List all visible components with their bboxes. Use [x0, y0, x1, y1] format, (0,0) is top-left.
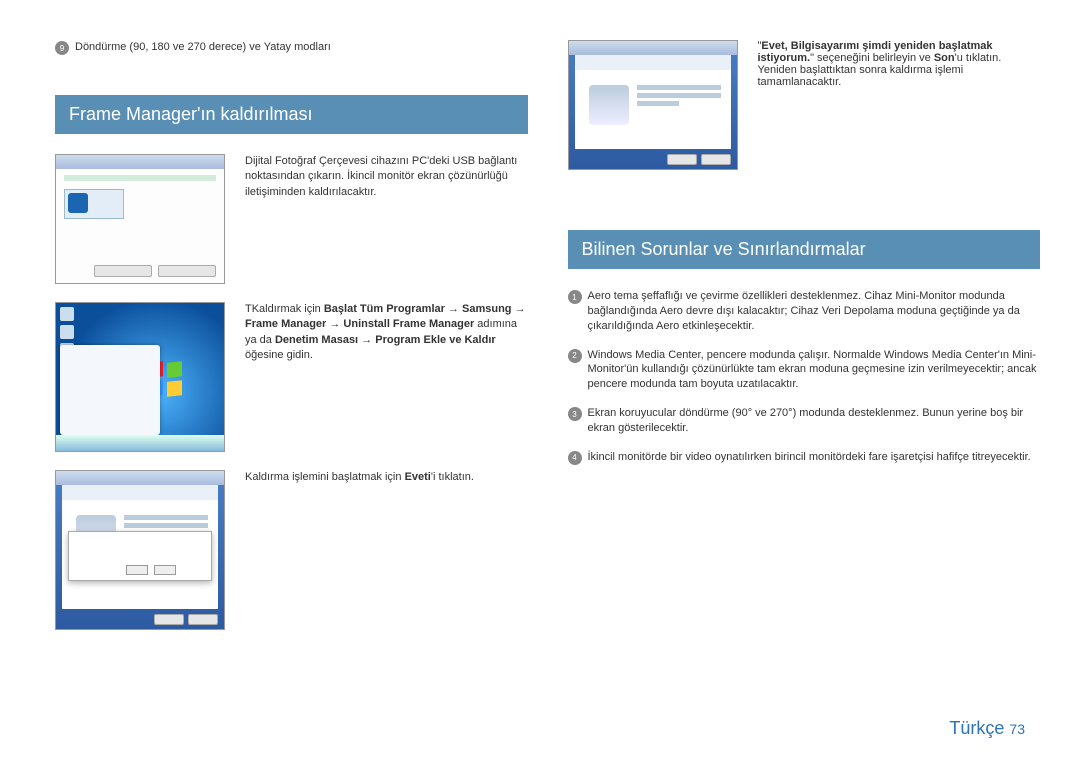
issue-2: 2 Windows Media Center, pencere modunda …: [568, 348, 1041, 393]
bullet-4-icon: 4: [568, 451, 582, 465]
uninstall-heading: Frame Manager'ın kaldırılması: [55, 95, 528, 134]
issue-4-text: İkincil monitörde bir video oynatılırken…: [588, 450, 1041, 465]
screenshot-start-menu: [55, 302, 225, 452]
page-footer: Türkçe 73: [949, 718, 1025, 739]
issue-3-text: Ekran koruyucular döndürme (90° ve 270°)…: [588, 406, 1041, 436]
screenshot-restart-prompt: [568, 40, 738, 170]
language-label: Türkçe: [949, 718, 1004, 738]
screenshot-display-settings: [55, 154, 225, 284]
bullet-9-icon: 9: [55, 41, 69, 55]
bullet-2-icon: 2: [568, 349, 582, 363]
rotation-modes-line: 9 Döndürme (90, 180 ve 270 derece) ve Ya…: [55, 40, 528, 55]
known-issues-list: 1 Aero tema şeffaflığı ve çevirme özelli…: [568, 289, 1041, 479]
rotation-modes-text: Döndürme (90, 180 ve 270 derece) ve Yata…: [75, 40, 528, 55]
page-number: 73: [1009, 721, 1025, 737]
known-issues-heading: Bilinen Sorunlar ve Sınırlandırmalar: [568, 230, 1041, 269]
bullet-1-icon: 1: [568, 290, 582, 304]
step3-text: Kaldırma işlemini başlatmak için Eveti'i…: [245, 470, 528, 630]
issue-1-text: Aero tema şeffaflığı ve çevirme özellikl…: [588, 289, 1041, 334]
step1-text: Dijital Fotoğraf Çerçevesi cihazını PC'd…: [245, 154, 528, 284]
issue-1: 1 Aero tema şeffaflığı ve çevirme özelli…: [568, 289, 1041, 334]
issue-3: 3 Ekran koruyucular döndürme (90° ve 270…: [568, 406, 1041, 436]
issue-2-text: Windows Media Center, pencere modunda ça…: [588, 348, 1041, 393]
step2-text: TKaldırmak için Başlat Tüm Programlar → …: [245, 302, 528, 452]
bullet-3-icon: 3: [568, 407, 582, 421]
screenshot-uninstall-wizard: [55, 470, 225, 630]
restart-instruction-text: "Evet, Bilgisayarımı şimdi yeniden başla…: [758, 40, 1041, 88]
issue-4: 4 İkincil monitörde bir video oynatılırk…: [568, 450, 1041, 465]
